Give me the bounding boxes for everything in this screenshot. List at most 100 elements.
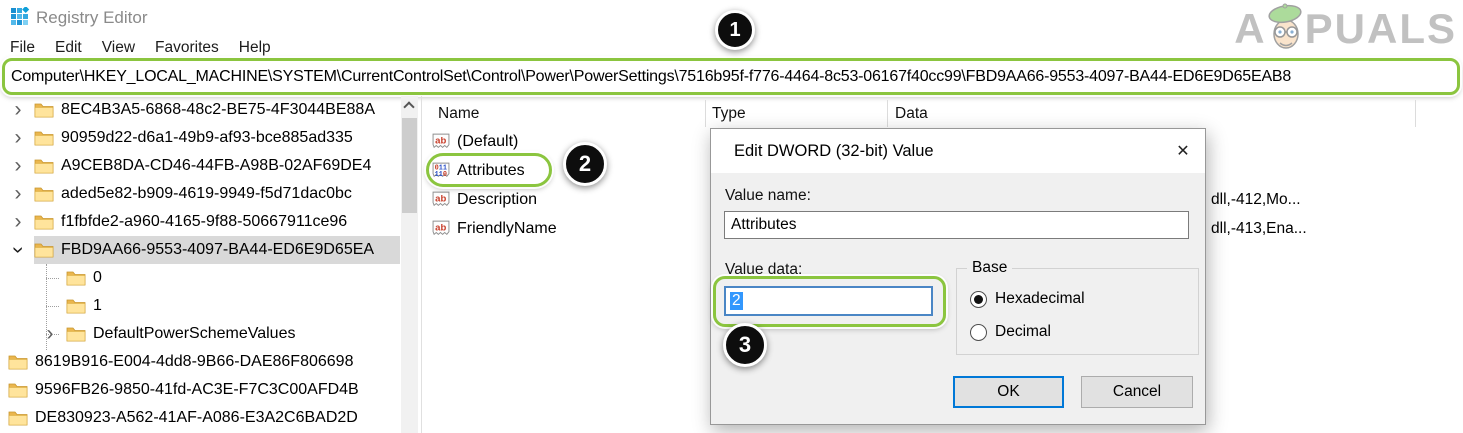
tree-item[interactable]: 8619B916-E004-4dd8-9B66-DAE86F806698 (0, 348, 400, 376)
folder-icon (66, 326, 86, 342)
watermark-suffix: PUALS (1305, 8, 1457, 50)
radio-hexadecimal[interactable]: Hexadecimal (970, 290, 1085, 308)
svg-text:ab: ab (435, 194, 446, 205)
watermark-prefix: A (1234, 8, 1266, 50)
pane-splitter[interactable] (421, 96, 422, 433)
mascot-icon (1264, 2, 1308, 56)
value-name-label: FriendlyName (457, 220, 557, 238)
tree-item-target[interactable]: 0 (66, 264, 400, 292)
folder-icon (34, 214, 54, 230)
edit-dword-dialog: Edit DWORD (32-bit) Value ✕ Value name: … (710, 128, 1206, 425)
column-divider[interactable] (1415, 100, 1416, 127)
tree-item[interactable]: › 8EC4B3A5-6868-48c2-BE75-4F3044BE88A (0, 96, 400, 124)
tree-guide-stub (46, 306, 59, 307)
tree-item-target[interactable]: DefaultPowerSchemeValues (66, 320, 400, 348)
annotation-circle-1: 1 (715, 10, 755, 50)
value-data-text: 2 (730, 292, 743, 310)
chevron-right-icon[interactable]: › (8, 156, 28, 176)
folder-icon (66, 298, 86, 314)
menu-help[interactable]: Help (229, 39, 281, 57)
folder-icon (34, 186, 54, 202)
column-divider[interactable] (705, 100, 706, 127)
menu-view[interactable]: View (92, 39, 145, 57)
radio-hexadecimal-label: Hexadecimal (995, 290, 1085, 308)
tree-item-target[interactable]: aded5e82-b909-4619-9949-f5d71dac0bc (34, 180, 400, 208)
tree-item[interactable]: › aded5e82-b909-4619-9949-f5d71dac0bc (0, 180, 400, 208)
menu-bar: FileEditViewFavoritesHelp (0, 36, 281, 60)
scrollbar-up-arrow-icon[interactable] (403, 101, 414, 112)
menu-edit[interactable]: Edit (45, 39, 92, 57)
column-header-name[interactable]: Name (438, 100, 479, 127)
tree-item-target[interactable]: 90959d22-d6a1-49b9-af93-bce885ad335 (34, 124, 400, 152)
chevron-right-icon[interactable]: › (8, 128, 28, 148)
folder-icon (8, 354, 28, 370)
tree-item-label: 1 (93, 297, 102, 315)
folder-icon (8, 410, 28, 426)
tree-item[interactable]: › f1fbfde2-a960-4165-9f88-50667911ce96 (0, 208, 400, 236)
tree-item-target[interactable]: 9596FB26-9850-41fd-AC3E-F7C3C00AFD4B (8, 376, 400, 404)
chevron-down-icon[interactable]: › (8, 240, 28, 260)
folder-icon (66, 270, 86, 286)
value-row[interactable]: ab Description (424, 185, 704, 214)
tree-item-label: 90959d22-d6a1-49b9-af93-bce885ad335 (61, 129, 353, 147)
radio-decimal[interactable]: Decimal (970, 323, 1051, 341)
chevron-right-icon[interactable]: › (8, 100, 28, 120)
tree-item[interactable]: ›1 (0, 292, 400, 320)
address-bar[interactable]: Computer\HKEY_LOCAL_MACHINE\SYSTEM\Curre… (2, 58, 1460, 95)
tree-item-label: 8619B916-E004-4dd8-9B66-DAE86F806698 (35, 353, 353, 371)
appuals-watermark: A PUALS (1234, 2, 1457, 56)
chevron-right-icon[interactable]: › (8, 184, 28, 204)
tree-item-label: FBD9AA66-9553-4097-BA44-ED6E9D65EA (61, 241, 374, 259)
folder-icon (34, 158, 54, 174)
tree-guide-line (46, 264, 47, 350)
menu-favorites[interactable]: Favorites (145, 39, 229, 57)
radio-button-icon[interactable] (970, 324, 987, 341)
column-header-data[interactable]: Data (895, 100, 928, 127)
tree-item-target[interactable]: 8EC4B3A5-6868-48c2-BE75-4F3044BE88A (34, 96, 400, 124)
value-row[interactable]: ab(Default) (424, 127, 704, 156)
registry-path: Computer\HKEY_LOCAL_MACHINE\SYSTEM\Curre… (11, 68, 1291, 86)
tree-item[interactable]: ›0 (0, 264, 400, 292)
tree-item-target[interactable]: 1 (66, 292, 400, 320)
tree-item[interactable]: › A9CEB8DA-CD46-44FB-A98B-02AF69DE4 (0, 152, 400, 180)
menu-file[interactable]: File (0, 39, 45, 57)
value-name-field[interactable]: Attributes (724, 211, 1189, 239)
tree-item-label: aded5e82-b909-4619-9949-f5d71dac0bc (61, 185, 352, 203)
radio-decimal-label: Decimal (995, 323, 1051, 341)
data-column-fragment: dll,-413,Ena... (1211, 220, 1307, 238)
string-value-icon: ab (432, 191, 450, 208)
tree-item[interactable]: › 90959d22-d6a1-49b9-af93-bce885ad335 (0, 124, 400, 152)
tree-item[interactable]: DE830923-A562-41AF-A086-E3A2C6BAD2D (0, 404, 400, 432)
tree-item[interactable]: › FBD9AA66-9553-4097-BA44-ED6E9D65EA (0, 236, 400, 264)
folder-icon (34, 130, 54, 146)
cancel-button[interactable]: Cancel (1081, 376, 1193, 408)
string-value-icon: ab (432, 133, 450, 150)
value-data-field[interactable]: 2 (724, 286, 933, 316)
radio-button-icon[interactable] (970, 291, 987, 308)
tree-item-target[interactable]: FBD9AA66-9553-4097-BA44-ED6E9D65EA (34, 236, 400, 264)
tree-item-target[interactable]: f1fbfde2-a960-4165-9f88-50667911ce96 (34, 208, 400, 236)
column-header-type[interactable]: Type (712, 100, 746, 127)
scrollbar-thumb[interactable] (402, 118, 417, 213)
tree-item-label: 8EC4B3A5-6868-48c2-BE75-4F3044BE88A (61, 101, 375, 119)
tree-item-target[interactable]: A9CEB8DA-CD46-44FB-A98B-02AF69DE4 (34, 152, 400, 180)
tree-item-target[interactable]: 8619B916-E004-4dd8-9B66-DAE86F806698 (8, 348, 400, 376)
tree-item-label: A9CEB8DA-CD46-44FB-A98B-02AF69DE4 (61, 157, 371, 175)
value-row[interactable]: ab FriendlyName (424, 214, 704, 243)
tree-scrollbar[interactable] (401, 96, 418, 433)
value-name-label: Description (457, 191, 537, 209)
tree-item[interactable]: ›DefaultPowerSchemeValues (0, 320, 400, 348)
string-value-icon: ab (432, 220, 450, 237)
tree-item[interactable]: 9596FB26-9850-41fd-AC3E-F7C3C00AFD4B (0, 376, 400, 404)
folder-icon (34, 242, 54, 258)
tree-guide-stub (46, 334, 59, 335)
tree-guide-stub (46, 278, 59, 279)
ok-button[interactable]: OK (953, 376, 1064, 408)
tree-item-target[interactable]: DE830923-A562-41AF-A086-E3A2C6BAD2D (8, 404, 400, 432)
folder-icon (8, 382, 28, 398)
base-group-label: Base (967, 259, 1012, 277)
close-icon[interactable]: ✕ (1165, 135, 1201, 167)
column-divider[interactable] (887, 100, 888, 127)
chevron-right-icon[interactable]: › (8, 212, 28, 232)
dialog-title: Edit DWORD (32-bit) Value (711, 129, 1205, 173)
